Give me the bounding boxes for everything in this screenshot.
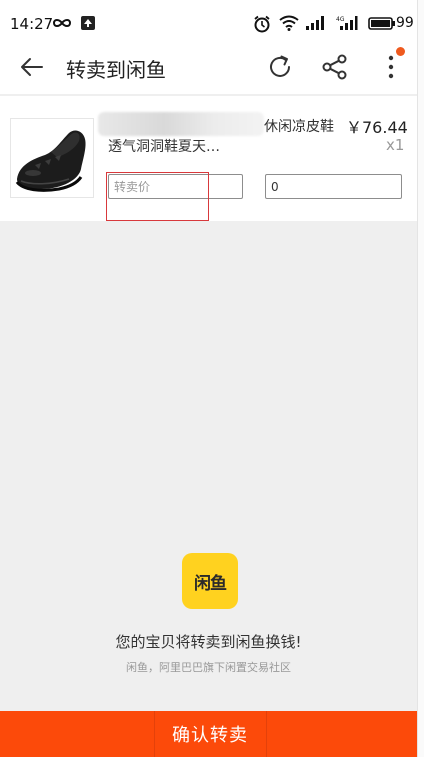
app-bar: 转卖到闲鱼 (0, 40, 417, 94)
status-time: 14:27 (10, 15, 54, 33)
battery-level: 99 (396, 15, 414, 31)
battery-icon (368, 17, 395, 30)
confirm-button-edge-right (266, 711, 267, 757)
background-window-edge (417, 0, 424, 757)
product-quantity: x1 (386, 136, 405, 154)
phone-screen: 14:27 4G 99 转卖到闲鱼 休闲凉皮鞋 透气洞洞鞋夏天… ￥76.44 … (0, 0, 417, 757)
share-icon (322, 54, 347, 80)
refresh-button[interactable] (266, 53, 294, 81)
signal-4g-icon: 4G (336, 16, 358, 30)
alarm-icon (254, 15, 270, 33)
product-price: ￥76.44 (346, 118, 408, 137)
leather-shoe-image (15, 130, 86, 192)
back-button[interactable] (18, 54, 46, 80)
more-button[interactable] (381, 53, 401, 81)
promo-headline: 您的宝贝将转卖到闲鱼换钱! (115, 633, 302, 651)
product-title-line2: 透气洞洞鞋夏天… (108, 139, 220, 155)
notification-dot (396, 47, 405, 56)
xianyu-logo: 闲鱼 (182, 553, 238, 609)
original-price-input[interactable] (265, 174, 402, 199)
product-title-redaction (98, 112, 264, 136)
page-title: 转卖到闲鱼 (66, 58, 166, 82)
promo-subline: 闲鱼，阿里巴巴旗下闲置交易社区 (126, 661, 291, 674)
signal-icon (306, 16, 324, 30)
infinity-icon (52, 19, 72, 27)
product-image (10, 118, 94, 198)
share-button[interactable] (321, 53, 349, 81)
product-card: 休闲凉皮鞋 透气洞洞鞋夏天… ￥76.44 x1 (0, 96, 417, 221)
refresh-icon (270, 55, 290, 77)
back-arrow-icon (21, 58, 43, 76)
xianyu-logo-text: 闲鱼 (194, 573, 227, 594)
more-vertical-icon (388, 55, 394, 79)
svg-text:4G: 4G (336, 16, 345, 23)
confirm-resale-button[interactable]: 确认转卖 (155, 711, 265, 757)
product-title-line1: 休闲凉皮鞋 (264, 119, 334, 135)
confirm-bar: 确认转卖 (0, 711, 417, 757)
upload-icon (81, 16, 95, 30)
wifi-icon (279, 15, 299, 31)
resale-price-input[interactable] (108, 174, 243, 199)
